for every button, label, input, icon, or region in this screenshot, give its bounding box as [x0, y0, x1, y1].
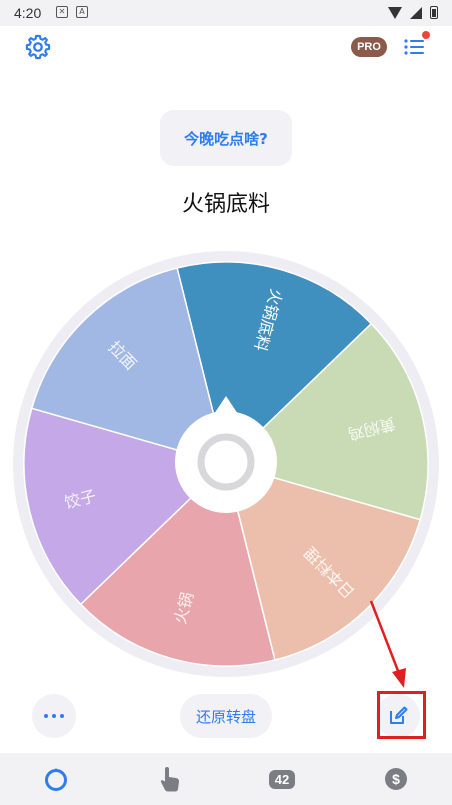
- nav-wheel[interactable]: [36, 765, 76, 793]
- shield-icon: ✕: [56, 6, 68, 18]
- reset-wheel-button[interactable]: 还原转盘: [180, 694, 272, 738]
- nav-count[interactable]: 42: [262, 765, 302, 793]
- more-button[interactable]: [32, 694, 76, 738]
- spin-wheel[interactable]: 火锅底料黄焖鸡日本料理火锅饺子拉面: [0, 230, 452, 690]
- wifi-icon: [388, 6, 402, 19]
- battery-icon: [430, 6, 438, 19]
- signal-icon: [410, 6, 422, 19]
- edit-icon: [390, 706, 408, 724]
- status-time: 4:20: [14, 5, 42, 21]
- status-icons-right: [388, 6, 438, 19]
- nav-tap[interactable]: [150, 765, 190, 793]
- result-text: 火锅底料: [181, 192, 270, 217]
- question-button[interactable]: 今晚吃点啥?: [160, 110, 292, 166]
- more-icon-dot: [52, 714, 56, 718]
- dollar-icon: $: [385, 768, 407, 790]
- pro-badge[interactable]: PRO: [351, 37, 387, 57]
- notification-dot: [422, 31, 430, 39]
- status-bar: 4:20 ✕ A: [0, 0, 452, 26]
- edit-button[interactable]: [376, 694, 420, 738]
- a-icon: A: [76, 6, 88, 18]
- nav-pro[interactable]: $: [376, 765, 416, 793]
- gear-icon[interactable]: [24, 33, 52, 61]
- bottom-nav: 42 $: [0, 753, 452, 805]
- status-icons-left: ✕ A: [56, 6, 88, 18]
- tap-icon: [160, 767, 179, 792]
- count-icon: 42: [268, 769, 296, 789]
- more-icon-dot: [44, 714, 48, 718]
- spin-button[interactable]: [175, 411, 277, 513]
- more-icon-dot: [60, 714, 64, 718]
- wheel-icon: [45, 768, 67, 791]
